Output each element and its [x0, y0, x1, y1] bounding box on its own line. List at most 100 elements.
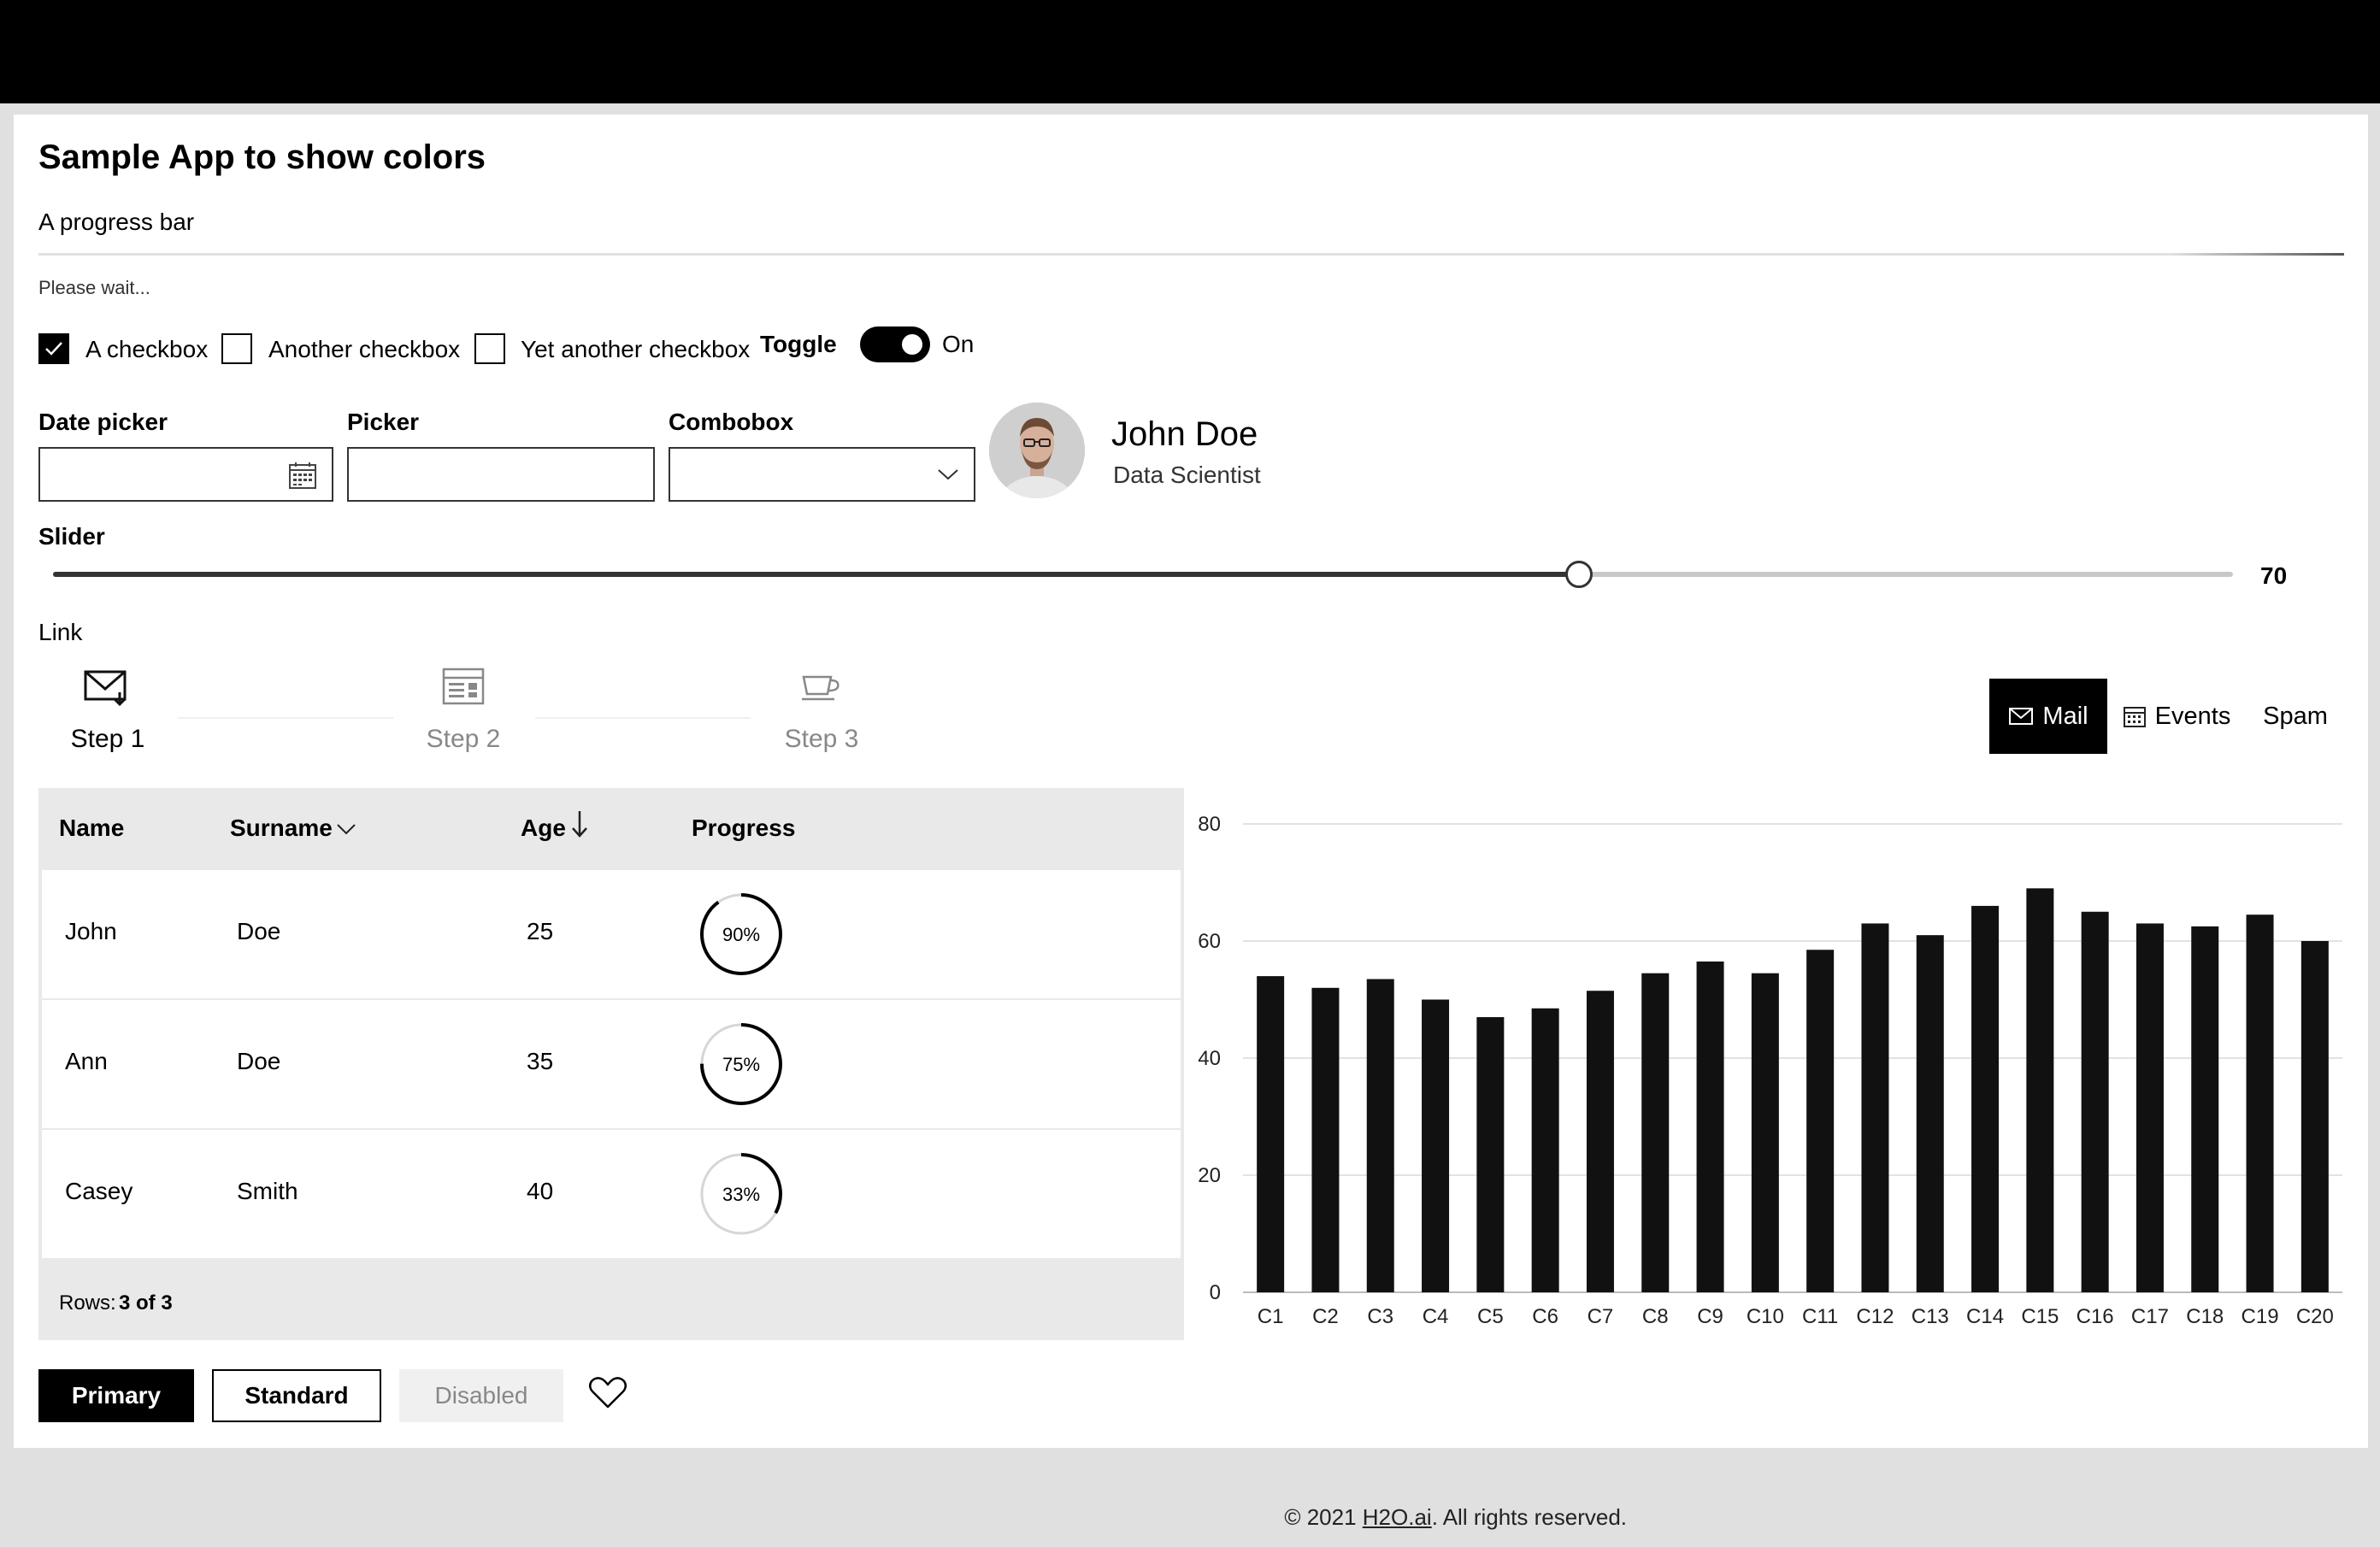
cell-name: Casey: [65, 1178, 133, 1204]
person-photo-icon: [989, 403, 1085, 498]
bar-c10[interactable]: [1751, 973, 1779, 1292]
mail-icon: [2009, 708, 2034, 725]
date-picker-field[interactable]: [38, 447, 333, 502]
x-tick-label: C6: [1532, 1305, 1558, 1328]
x-tick-label: C11: [1802, 1305, 1838, 1328]
column-header-age[interactable]: Age: [521, 815, 566, 842]
bar-c9[interactable]: [1696, 961, 1724, 1292]
date-picker-label: Date picker: [38, 409, 168, 435]
bar-c11[interactable]: [1806, 950, 1835, 1292]
progress-ring: 33%: [700, 1153, 782, 1235]
x-tick-label: C5: [1477, 1305, 1504, 1328]
progress-bar-track: [38, 253, 2344, 256]
cell-age: 40: [527, 1178, 554, 1204]
page-title: Sample App to show colors: [38, 138, 486, 176]
heart-icon[interactable]: [588, 1376, 627, 1410]
checkbox-label[interactable]: Yet another checkbox: [521, 336, 750, 363]
step-1-label[interactable]: Step 1: [22, 725, 193, 754]
primary-button[interactable]: Primary: [38, 1369, 194, 1422]
footer-prefix: © 2021: [1284, 1504, 1363, 1530]
tab-spam[interactable]: Spam: [2248, 679, 2342, 754]
x-tick-label: C10: [1747, 1305, 1784, 1328]
cell-name: John: [65, 918, 117, 944]
x-tick-label: C16: [2077, 1305, 2114, 1328]
bar-c16[interactable]: [2081, 911, 2109, 1292]
footer-suffix: . All rights reserved.: [1431, 1504, 1627, 1530]
tab-mail-label: Mail: [2042, 702, 2088, 730]
x-tick-label: C15: [2021, 1305, 2059, 1328]
progress-label: A progress bar: [38, 209, 195, 235]
cell-name: Ann: [65, 1048, 108, 1074]
persona-role: Data Scientist: [1113, 462, 1261, 488]
column-header-progress[interactable]: Progress: [692, 815, 795, 842]
bar-c13[interactable]: [1916, 935, 1944, 1292]
bar-c4[interactable]: [1422, 999, 1450, 1293]
picker-field[interactable]: [347, 447, 655, 502]
step-2-label[interactable]: Step 2: [378, 725, 549, 754]
x-tick-label: C13: [1912, 1305, 1949, 1328]
bar-c14[interactable]: [1971, 905, 2000, 1292]
bar-c5[interactable]: [1476, 1017, 1505, 1292]
bar-c6[interactable]: [1531, 1008, 1559, 1292]
step-connector: [535, 717, 751, 719]
checkbox-label[interactable]: Another checkbox: [268, 336, 460, 363]
checkbox-another-checkbox[interactable]: [221, 333, 252, 364]
sort-descending-arrow-icon[interactable]: [571, 809, 588, 838]
table-row[interactable]: [42, 1000, 1181, 1128]
bar-c20[interactable]: [2300, 941, 2329, 1292]
progress-bar-indicator: [2171, 253, 2344, 256]
bar-c19[interactable]: [2246, 915, 2274, 1292]
toggle-switch[interactable]: [860, 326, 930, 362]
slider-value: 70: [2260, 562, 2288, 589]
bar-c18[interactable]: [2191, 926, 2219, 1292]
toggle-knob: [902, 334, 922, 355]
progress-caption: Please wait...: [38, 277, 150, 298]
x-tick-label: C14: [1966, 1305, 2004, 1328]
checkbox-label[interactable]: A checkbox: [85, 336, 208, 363]
tab-events-label: Events: [2154, 702, 2231, 730]
chevron-down-icon[interactable]: [937, 468, 959, 481]
tab-events[interactable]: Events: [2117, 679, 2236, 754]
calendar-icon[interactable]: [288, 461, 317, 490]
progress-ring: 90%: [700, 893, 782, 975]
table-row[interactable]: [42, 870, 1181, 998]
bar-c7[interactable]: [1586, 991, 1614, 1292]
toggle-state-text: On: [942, 331, 975, 357]
column-header-name[interactable]: Name: [59, 815, 124, 842]
rows-count-value: 3 of 3: [119, 1291, 173, 1315]
checkmark-icon: [45, 342, 62, 356]
bar-c17[interactable]: [2136, 923, 2164, 1292]
table-row[interactable]: [42, 1130, 1181, 1258]
y-tick-label: 80: [1198, 813, 1221, 836]
x-tick-label: C1: [1258, 1305, 1284, 1328]
column-header-surname[interactable]: Surname: [230, 815, 333, 842]
x-tick-label: C7: [1588, 1305, 1614, 1328]
standard-button[interactable]: Standard: [212, 1369, 381, 1422]
top-header-bar: [0, 0, 2380, 103]
slider-thumb[interactable]: [1565, 561, 1593, 588]
bar-c12[interactable]: [1861, 923, 1889, 1292]
x-tick-label: C12: [1856, 1305, 1894, 1328]
link[interactable]: Link: [38, 619, 82, 646]
tab-spam-label: Spam: [2263, 702, 2328, 730]
tab-mail[interactable]: Mail: [1989, 679, 2107, 754]
step-3-label[interactable]: Step 3: [736, 725, 907, 754]
bar-c1[interactable]: [1257, 976, 1285, 1292]
y-tick-label: 0: [1210, 1281, 1221, 1304]
bar-c3[interactable]: [1366, 979, 1394, 1292]
bar-c8[interactable]: [1641, 973, 1670, 1292]
chevron-down-icon[interactable]: [336, 823, 356, 835]
footer-brand-link[interactable]: H2O.ai: [1363, 1504, 1432, 1530]
x-tick-label: C2: [1312, 1305, 1339, 1328]
step-1-mail-icon: [82, 668, 132, 712]
disabled-button: Disabled: [399, 1369, 563, 1422]
checkbox-a-checkbox[interactable]: [38, 333, 69, 364]
checkbox-yet-another-checkbox[interactable]: [474, 333, 505, 364]
bar-c15[interactable]: [2026, 888, 2054, 1292]
progress-ring-text: 90%: [722, 924, 760, 945]
combobox-field[interactable]: [669, 447, 975, 502]
combobox-label: Combobox: [669, 409, 794, 435]
bar-c2[interactable]: [1311, 987, 1340, 1292]
slider-label: Slider: [38, 523, 105, 550]
picker-label: Picker: [347, 409, 420, 435]
